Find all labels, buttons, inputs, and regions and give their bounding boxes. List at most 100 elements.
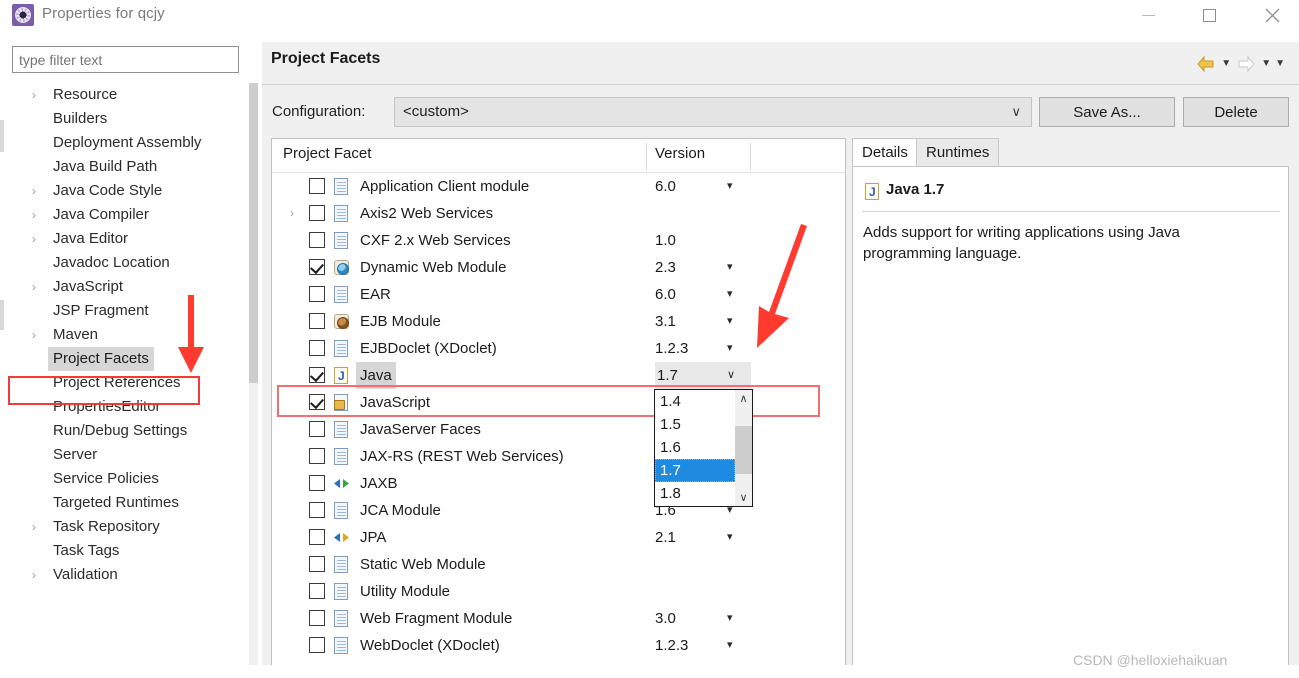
minimize-button[interactable] bbox=[1125, 0, 1171, 31]
sidebar-item-run-debug-settings[interactable]: Run/Debug Settings bbox=[10, 419, 258, 443]
version-dropdown-caret[interactable]: ▾ bbox=[727, 254, 733, 281]
facet-checkbox[interactable] bbox=[309, 394, 325, 410]
facet-version[interactable]: 1.2.3 bbox=[655, 335, 688, 362]
configuration-combobox[interactable]: <custom> ∨ bbox=[394, 97, 1032, 127]
facet-version[interactable]: 6.0 bbox=[655, 173, 676, 200]
table-row[interactable]: Static Web Module bbox=[272, 551, 845, 578]
table-row[interactable]: WebDoclet (XDoclet) 1.2.3 ▾ bbox=[272, 632, 845, 659]
facet-checkbox[interactable] bbox=[309, 367, 325, 383]
sidebar-item-task-tags[interactable]: Task Tags bbox=[10, 539, 258, 563]
facet-version[interactable]: 2.3 bbox=[655, 254, 676, 281]
sidebar-item-service-policies[interactable]: Service Policies bbox=[10, 467, 258, 491]
facet-version[interactable]: 1.0 bbox=[655, 227, 676, 254]
facet-checkbox[interactable] bbox=[309, 610, 325, 626]
version-options-list[interactable]: 1.4 1.5 1.6 1.7 1.8 bbox=[655, 390, 735, 505]
sidebar-scrollbar[interactable] bbox=[249, 83, 258, 678]
sidebar-item-java-code-style[interactable]: › Java Code Style bbox=[10, 179, 258, 203]
sidebar-item-targeted-runtimes[interactable]: Targeted Runtimes bbox=[10, 491, 258, 515]
facet-checkbox[interactable] bbox=[309, 502, 325, 518]
table-row[interactable]: JPA 2.1 ▾ bbox=[272, 524, 845, 551]
table-row[interactable]: JAX-RS (REST Web Services) bbox=[272, 443, 845, 470]
view-menu-caret[interactable]: ▼ bbox=[1275, 54, 1285, 74]
table-row[interactable]: JCA Module 1.6 ▾ bbox=[272, 497, 845, 524]
chevron-right-icon[interactable]: › bbox=[28, 203, 40, 227]
sidebar-item-propertieseditor[interactable]: PropertiesEditor bbox=[10, 395, 258, 419]
close-button[interactable] bbox=[1249, 0, 1295, 31]
sidebar-item-deployment-assembly[interactable]: Deployment Assembly bbox=[10, 131, 258, 155]
back-dropdown-caret[interactable]: ▼ bbox=[1221, 54, 1231, 74]
sidebar-item-jsp-fragment[interactable]: JSP Fragment bbox=[10, 299, 258, 323]
chevron-right-icon[interactable]: › bbox=[286, 200, 298, 227]
facet-checkbox[interactable] bbox=[309, 286, 325, 302]
settings-tree[interactable]: › Resource Builders Deployment Assembly Java… bbox=[10, 83, 258, 587]
table-row[interactable]: Utility Module bbox=[272, 578, 845, 605]
facet-checkbox[interactable] bbox=[309, 637, 325, 653]
facet-checkbox[interactable] bbox=[309, 313, 325, 329]
version-dropdown-caret[interactable]: ▾ bbox=[727, 632, 733, 659]
table-row[interactable]: JavaScript bbox=[272, 389, 845, 416]
version-dropdown-caret[interactable]: ▾ bbox=[727, 173, 733, 200]
facet-checkbox[interactable] bbox=[309, 529, 325, 545]
chevron-right-icon[interactable]: › bbox=[28, 227, 40, 251]
facet-checkbox[interactable] bbox=[309, 475, 325, 491]
sidebar-item-java-build-path[interactable]: Java Build Path bbox=[10, 155, 258, 179]
version-option[interactable]: 1.5 bbox=[655, 413, 735, 436]
table-row[interactable]: Application Client module 6.0 ▾ bbox=[272, 173, 845, 200]
column-header-version[interactable]: Version bbox=[655, 145, 705, 162]
facet-checkbox[interactable] bbox=[309, 421, 325, 437]
chevron-right-icon[interactable]: › bbox=[28, 515, 40, 539]
chevron-right-icon[interactable]: › bbox=[28, 323, 40, 347]
sidebar-item-builders[interactable]: Builders bbox=[10, 107, 258, 131]
sidebar-item-validation[interactable]: › Validation bbox=[10, 563, 258, 587]
facet-checkbox[interactable] bbox=[309, 232, 325, 248]
table-row[interactable]: JavaServer Faces bbox=[272, 416, 845, 443]
scroll-up-icon[interactable]: ∧ bbox=[735, 390, 752, 407]
facet-version[interactable]: 3.0 bbox=[655, 605, 676, 632]
version-dropdown-caret[interactable]: ▾ bbox=[727, 335, 733, 362]
back-arrow-icon[interactable] bbox=[1195, 54, 1217, 74]
table-row[interactable]: Java 1.7∨ bbox=[272, 362, 845, 389]
forward-arrow-icon[interactable] bbox=[1235, 54, 1257, 74]
facet-checkbox[interactable] bbox=[309, 259, 325, 275]
maximize-button[interactable] bbox=[1186, 0, 1232, 31]
sidebar-item-resource[interactable]: › Resource bbox=[10, 83, 258, 107]
sidebar-item-project-facets[interactable]: Project Facets bbox=[10, 347, 258, 371]
table-row[interactable]: JAXB bbox=[272, 470, 845, 497]
version-dropdown-caret[interactable]: ▾ bbox=[727, 308, 733, 335]
sidebar-item-project-references[interactable]: Project References bbox=[10, 371, 258, 395]
facet-version[interactable]: 2.1 bbox=[655, 524, 676, 551]
facet-checkbox[interactable] bbox=[309, 583, 325, 599]
version-dropdown-scrollbar[interactable]: ∧ ∨ bbox=[735, 390, 752, 506]
sidebar-item-task-repository[interactable]: › Task Repository bbox=[10, 515, 258, 539]
facet-checkbox[interactable] bbox=[309, 556, 325, 572]
version-scrollbar-thumb[interactable] bbox=[735, 426, 752, 474]
sidebar-item-java-compiler[interactable]: › Java Compiler bbox=[10, 203, 258, 227]
version-dropdown-caret[interactable]: ▾ bbox=[727, 524, 733, 551]
facet-version[interactable]: 6.0 bbox=[655, 281, 676, 308]
version-dropdown-caret[interactable]: ▾ bbox=[727, 605, 733, 632]
save-as-button[interactable]: Save As... bbox=[1039, 97, 1175, 127]
table-row[interactable]: Web Fragment Module 3.0 ▾ bbox=[272, 605, 845, 632]
version-option[interactable]: 1.7 bbox=[655, 459, 735, 482]
version-option[interactable]: 1.8 bbox=[655, 482, 735, 505]
version-dropdown-caret[interactable]: ▾ bbox=[727, 281, 733, 308]
facet-checkbox[interactable] bbox=[309, 178, 325, 194]
column-header-facet[interactable]: Project Facet bbox=[283, 145, 371, 162]
scroll-down-icon[interactable]: ∨ bbox=[735, 489, 752, 506]
facet-version[interactable]: 1.2.3 bbox=[655, 632, 688, 659]
sidebar-item-javascript[interactable]: › JavaScript bbox=[10, 275, 258, 299]
chevron-right-icon[interactable]: › bbox=[28, 179, 40, 203]
sidebar-item-server[interactable]: Server bbox=[10, 443, 258, 467]
sidebar-item-maven[interactable]: › Maven bbox=[10, 323, 258, 347]
sidebar-item-java-editor[interactable]: › Java Editor bbox=[10, 227, 258, 251]
sidebar-item-javadoc-location[interactable]: Javadoc Location bbox=[10, 251, 258, 275]
facet-checkbox[interactable] bbox=[309, 340, 325, 356]
chevron-right-icon[interactable]: › bbox=[28, 83, 40, 107]
facet-checkbox[interactable] bbox=[309, 448, 325, 464]
forward-dropdown-caret[interactable]: ▼ bbox=[1261, 54, 1271, 74]
version-option[interactable]: 1.4 bbox=[655, 390, 735, 413]
version-combo-caret[interactable]: ∨ bbox=[727, 362, 735, 389]
facet-checkbox[interactable] bbox=[309, 205, 325, 221]
facet-version[interactable]: 1.7 bbox=[655, 362, 751, 389]
chevron-right-icon[interactable]: › bbox=[28, 275, 40, 299]
